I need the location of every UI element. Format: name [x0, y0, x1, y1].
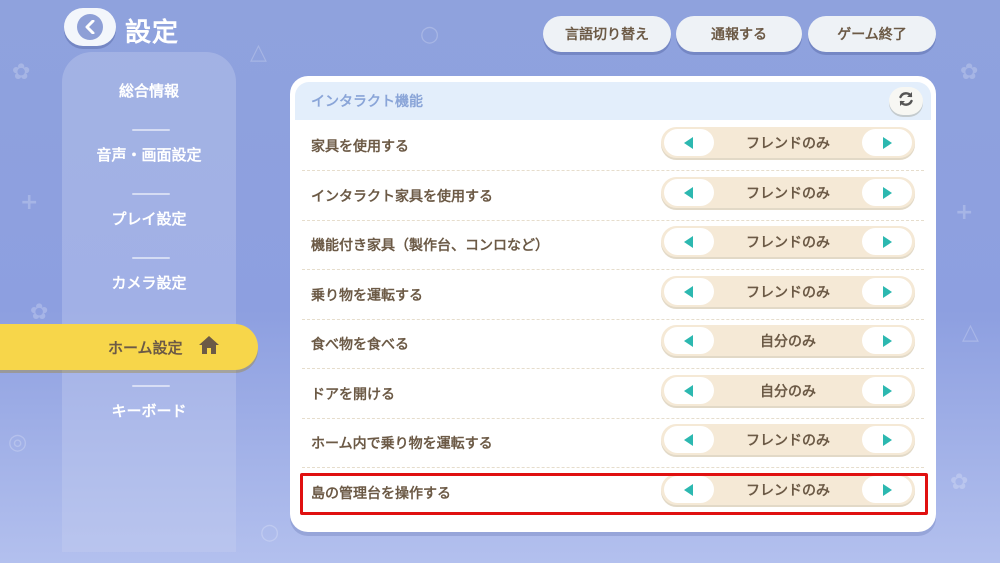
section-title: インタラクト機能: [311, 94, 423, 110]
sidebar-item-label: 音声・画面設定: [96, 145, 202, 164]
arrow-right-icon: [883, 384, 892, 397]
refresh-icon: [897, 90, 915, 112]
back-button[interactable]: [64, 8, 116, 46]
sidebar: [62, 52, 236, 552]
quit-game-button[interactable]: ゲーム終了: [808, 16, 936, 52]
setting-label: 食べ物を食べる: [311, 337, 409, 353]
selected-option: フレンドのみ: [746, 284, 830, 301]
reset-button[interactable]: [889, 87, 923, 115]
arrow-right-icon: [883, 433, 892, 446]
previous-option-button[interactable]: [664, 179, 714, 206]
selected-option: 自分のみ: [760, 383, 816, 400]
highlight-annotation: [300, 473, 928, 515]
arrow-left-icon: [684, 334, 693, 347]
arrow-left-icon: [684, 186, 693, 199]
setting-row-open-door: ドアを開ける 自分のみ: [290, 369, 936, 419]
previous-option-button[interactable]: [664, 327, 714, 354]
sidebar-item-home-settings[interactable]: ホーム設定: [0, 324, 258, 370]
sidebar-divider: [132, 257, 170, 259]
setting-label: ホーム内で乗り物を運転する: [311, 436, 493, 452]
page-title: 設定: [125, 18, 180, 48]
sidebar-item-label: ホーム設定: [108, 338, 183, 357]
settings-panel: インタラクト機能 家具を使用する フレンドのみ インタラクト家具を使用する フレ…: [290, 76, 936, 532]
sidebar-item-audio-display[interactable]: 音声・画面設定: [62, 134, 236, 174]
setting-row-functional-furniture: 機能付き家具（製作台、コンロなど） フレンドのみ: [290, 220, 936, 270]
section-header: インタラクト機能: [295, 82, 931, 120]
arrow-right-icon: [883, 285, 892, 298]
next-option-button[interactable]: [862, 129, 912, 156]
setting-label: インタラクト家具を使用する: [311, 189, 493, 205]
sidebar-item-label: キーボード: [111, 401, 187, 420]
next-option-button[interactable]: [862, 179, 912, 206]
setting-label: 機能付き家具（製作台、コンロなど）: [311, 238, 549, 254]
arrow-left-icon: [684, 433, 693, 446]
sidebar-divider: [132, 193, 170, 195]
arrow-left-icon: [684, 285, 693, 298]
option-selector: フレンドのみ: [661, 424, 915, 455]
home-icon: [197, 334, 221, 360]
setting-label: ドアを開ける: [311, 387, 395, 403]
sidebar-item-label: カメラ設定: [111, 273, 187, 292]
selected-option: 自分のみ: [760, 333, 816, 350]
sidebar-item-label: プレイ設定: [111, 209, 187, 228]
option-selector: フレンドのみ: [661, 226, 915, 257]
previous-option-button[interactable]: [664, 129, 714, 156]
next-option-button[interactable]: [862, 228, 912, 255]
option-selector: フレンドのみ: [661, 177, 915, 208]
previous-option-button[interactable]: [664, 377, 714, 404]
sidebar-item-play-settings[interactable]: プレイ設定: [62, 198, 236, 238]
next-option-button[interactable]: [862, 278, 912, 305]
option-selector: 自分のみ: [661, 325, 915, 356]
arrow-left-icon: [684, 136, 693, 149]
setting-row-eat-food: 食べ物を食べる 自分のみ: [290, 319, 936, 369]
arrow-right-icon: [883, 186, 892, 199]
next-option-button[interactable]: [862, 377, 912, 404]
setting-row-drive-vehicle-in-home: ホーム内で乗り物を運転する フレンドのみ: [290, 418, 936, 468]
arrow-left-icon: [684, 384, 693, 397]
selected-option: フレンドのみ: [746, 185, 830, 202]
option-selector: フレンドのみ: [661, 127, 915, 158]
arrow-right-icon: [883, 334, 892, 347]
setting-row-use-furniture: 家具を使用する フレンドのみ: [290, 121, 936, 171]
next-option-button[interactable]: [862, 426, 912, 453]
language-switch-button[interactable]: 言語切り替え: [543, 16, 671, 52]
selected-option: フレンドのみ: [746, 234, 830, 251]
arrow-left-icon: [684, 235, 693, 248]
previous-option-button[interactable]: [664, 278, 714, 305]
setting-row-drive-vehicle: 乗り物を運転する フレンドのみ: [290, 270, 936, 320]
previous-option-button[interactable]: [664, 228, 714, 255]
arrow-right-icon: [883, 235, 892, 248]
option-selector: 自分のみ: [661, 375, 915, 406]
sidebar-divider: [132, 129, 170, 131]
selected-option: フレンドのみ: [746, 135, 830, 152]
sidebar-item-general-info[interactable]: 総合情報: [62, 70, 236, 110]
sidebar-item-keyboard[interactable]: キーボード: [62, 390, 236, 430]
sidebar-divider: [132, 385, 170, 387]
setting-label: 家具を使用する: [311, 139, 409, 155]
arrow-right-icon: [883, 136, 892, 149]
next-option-button[interactable]: [862, 327, 912, 354]
previous-option-button[interactable]: [664, 426, 714, 453]
sidebar-item-camera-settings[interactable]: カメラ設定: [62, 262, 236, 302]
sidebar-item-label: 総合情報: [118, 81, 179, 100]
setting-label: 乗り物を運転する: [311, 288, 423, 304]
chevron-left-icon: [77, 14, 103, 40]
selected-option: フレンドのみ: [746, 432, 830, 449]
report-button[interactable]: 通報する: [676, 16, 802, 52]
option-selector: フレンドのみ: [661, 276, 915, 307]
setting-row-use-interact-furniture: インタラクト家具を使用する フレンドのみ: [290, 171, 936, 221]
